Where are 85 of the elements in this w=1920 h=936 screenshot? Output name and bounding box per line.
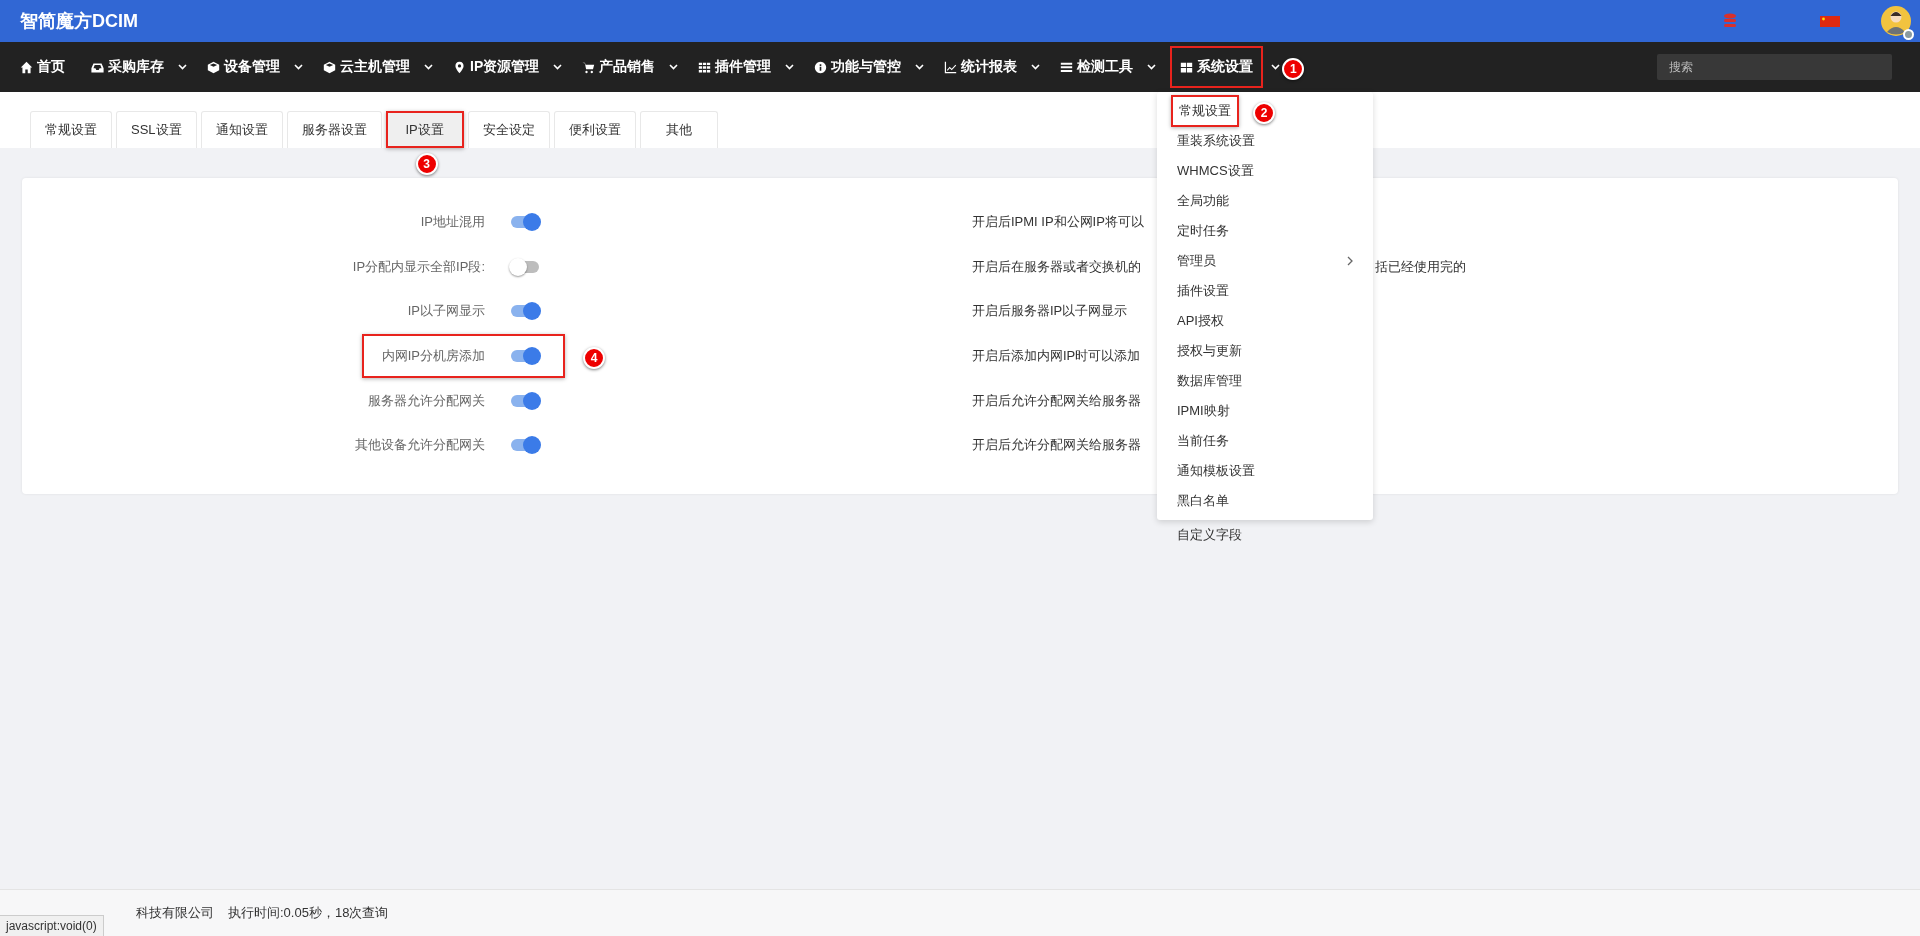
setting-label: IP以子网显示 — [407, 302, 485, 321]
company-name: 科技有限公司 — [136, 904, 214, 922]
setting-label: IP地址混用 — [420, 213, 485, 232]
cube-icon — [207, 60, 220, 74]
callout-badge: 2 — [1253, 102, 1275, 124]
setting-description: 开启后添加内网IP时可以添加 — [972, 347, 1142, 366]
toggle-switch[interactable] — [511, 439, 539, 452]
caret-icon[interactable] — [178, 64, 187, 70]
callout-badge: 4 — [583, 347, 605, 370]
setting-description: 开启后服务器IP以子网显示 — [972, 302, 1129, 321]
menu-item[interactable]: API授权 — [1157, 306, 1373, 336]
inbox-icon — [91, 60, 104, 74]
setting-label: 其他设备允许分配网关 — [355, 436, 485, 455]
tab[interactable]: 服务器设置 — [286, 111, 382, 148]
nav-link[interactable]: 检测工具 — [1054, 48, 1140, 86]
caret-icon[interactable] — [785, 64, 795, 70]
info-icon — [814, 60, 828, 74]
caret-icon[interactable] — [294, 64, 303, 70]
menu-item[interactable]: 黑白名单 — [1157, 486, 1373, 516]
caret-icon[interactable] — [1271, 64, 1281, 70]
toggle-switch[interactable] — [511, 260, 539, 273]
menu-item[interactable]: 管理员 — [1157, 246, 1373, 276]
nav-link[interactable]: 设备管理 — [201, 48, 286, 86]
setting-label: 服务器允许分配网关 — [368, 391, 485, 410]
cube-icon — [323, 60, 336, 74]
menu-item[interactable]: 数据库管理 — [1157, 366, 1373, 396]
status-dot — [1903, 29, 1914, 40]
home-icon — [20, 60, 33, 74]
menu-item[interactable]: IPMI映射 — [1157, 396, 1373, 426]
menu-item[interactable]: 定时任务 — [1157, 216, 1373, 246]
setting-label: 内网IP分机房添加 — [381, 347, 485, 366]
menu-item[interactable]: 通知模板设置 — [1157, 456, 1373, 486]
caret-icon[interactable] — [1147, 64, 1157, 70]
toggle-switch[interactable] — [511, 350, 539, 363]
tab[interactable]: 常规设置 — [30, 111, 112, 148]
tab[interactable]: 其他 — [639, 111, 718, 148]
pin-icon — [453, 60, 466, 74]
footer-stats: 执行时间:0.05秒，18次查询 — [228, 904, 389, 922]
menu-item[interactable]: 重装系统设置 — [1157, 126, 1373, 156]
nav-link[interactable]: 首页 — [14, 48, 71, 86]
app-title: 智简魔方DCIM — [20, 10, 138, 33]
tab[interactable]: SSL设置 — [116, 111, 197, 148]
caret-icon[interactable] — [424, 64, 433, 70]
setting-label: IP分配内显示全部IP段: — [352, 257, 485, 276]
nav-link[interactable]: 功能与管控 — [808, 48, 908, 86]
tab[interactable]: 安全设定 — [467, 111, 550, 148]
setting-description: 开启后在服务器或者交换机的 — [972, 257, 1142, 276]
toggle-switch[interactable] — [511, 216, 539, 229]
nav-link[interactable]: 云主机管理 — [317, 48, 416, 86]
nav-link[interactable]: 插件管理 — [692, 48, 778, 86]
tab[interactable]: 通知设置 — [200, 111, 283, 148]
callout-badge: 3 — [415, 153, 438, 175]
grid-icon — [698, 60, 712, 74]
menu-item[interactable]: 当前任务 — [1157, 426, 1373, 456]
nav-link[interactable]: IP资源管理 — [447, 48, 546, 86]
caret-icon[interactable] — [669, 64, 679, 70]
nav-link[interactable]: 统计报表 — [938, 48, 1024, 86]
chart-icon — [944, 60, 958, 74]
setting-description: 开启后允许分配网关给服务器 — [972, 391, 1142, 410]
menu-item[interactable]: WHMCS设置 — [1157, 156, 1373, 186]
setting-description: 开启后IPMI IP和公网IP将可以 — [972, 213, 1145, 232]
caret-icon[interactable] — [553, 64, 563, 70]
search-field[interactable]: 搜索 — [1657, 54, 1892, 80]
menu-item[interactable]: 插件设置 — [1157, 276, 1373, 306]
setting-description: 开启后允许分配网关给服务器 — [972, 436, 1142, 455]
status-url-tooltip: javascript:void(0) — [0, 915, 104, 936]
nav-link[interactable]: 采购库存 — [85, 48, 170, 86]
list-icon — [1060, 60, 1074, 74]
callout-badge: 1 — [1282, 58, 1305, 80]
caret-icon[interactable] — [915, 64, 925, 70]
menu-item[interactable]: 常规设置 — [1171, 95, 1239, 127]
setting-description: 括已经使用完的 — [1375, 257, 1466, 276]
tab[interactable]: IP设置 — [385, 111, 464, 148]
menu-item[interactable]: 自定义字段 — [1157, 520, 1262, 550]
toggle-switch[interactable] — [511, 394, 539, 407]
nav-link[interactable]: 产品销售 — [576, 48, 662, 86]
avatar-icon[interactable] — [1880, 5, 1912, 37]
menu-item[interactable]: 授权与更新 — [1157, 336, 1373, 366]
caret-icon[interactable] — [1031, 64, 1041, 70]
flag-icon[interactable] — [1820, 15, 1840, 27]
toggle-switch[interactable] — [511, 305, 539, 318]
tab[interactable]: 便利设置 — [553, 111, 636, 148]
menu-item[interactable]: 全局功能 — [1157, 186, 1373, 216]
windows-icon — [1180, 60, 1194, 74]
nav-link[interactable]: 系统设置 — [1170, 46, 1264, 88]
